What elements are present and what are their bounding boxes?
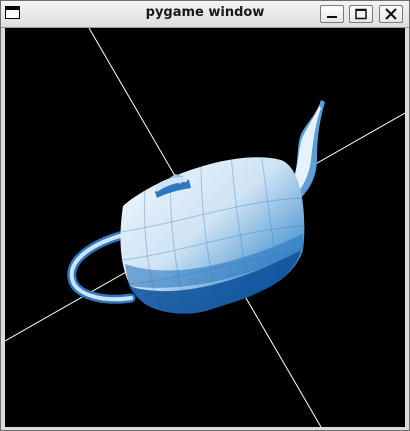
title-bar[interactable]: pygame window <box>1 1 409 28</box>
maximize-button[interactable] <box>349 5 373 23</box>
window-title: pygame window <box>145 5 265 20</box>
pygame-window: pygame window <box>0 0 410 431</box>
minimize-button[interactable] <box>320 5 344 23</box>
render-canvas[interactable] <box>5 28 405 427</box>
minimize-icon <box>327 16 337 18</box>
teapot-scene <box>5 28 405 427</box>
teapot-body <box>120 157 305 314</box>
close-icon <box>385 8 397 20</box>
maximize-icon <box>355 8 367 20</box>
close-button[interactable] <box>379 5 403 23</box>
